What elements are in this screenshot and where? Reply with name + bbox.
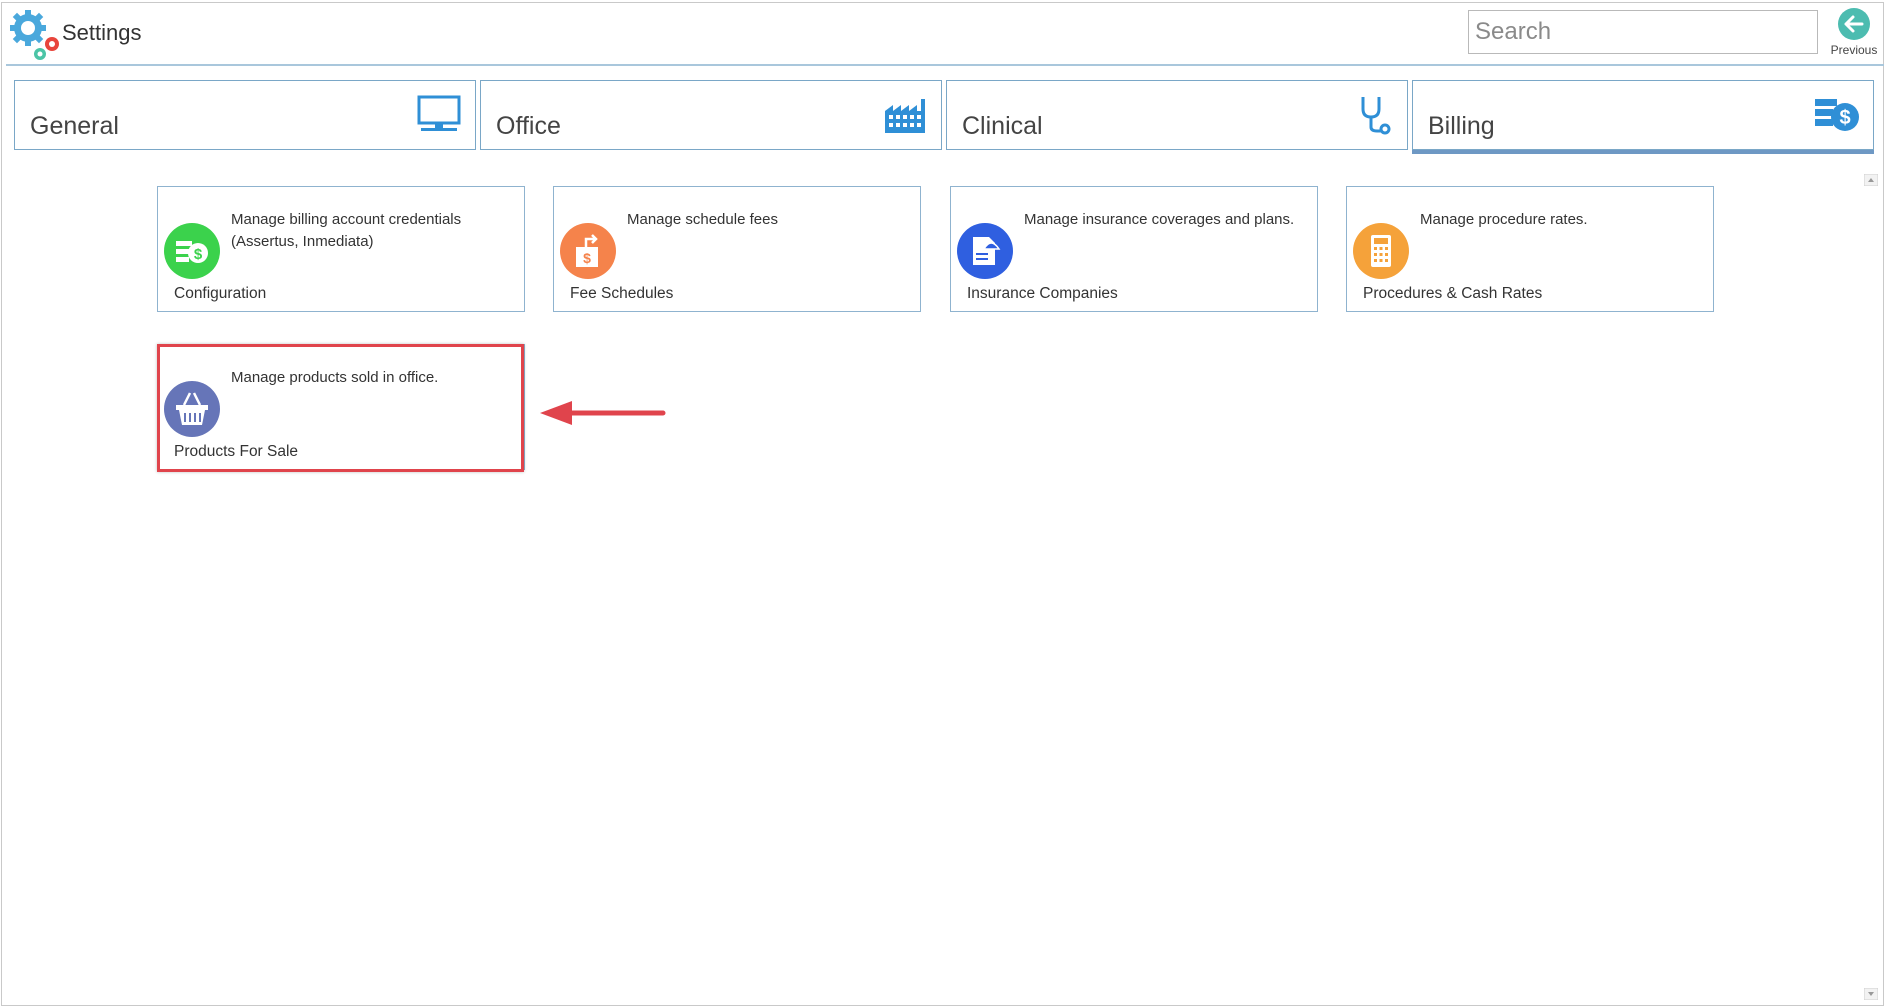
- tab-office[interactable]: Office: [480, 80, 942, 150]
- page-title: Settings: [62, 20, 142, 45]
- factory-icon: [885, 99, 925, 133]
- tab-billing[interactable]: Billing $: [1412, 80, 1874, 150]
- price-tag-icon: $: [560, 223, 616, 279]
- monitor-icon: [417, 95, 461, 131]
- card-description: Manage insurance coverages and plans.: [1024, 211, 1295, 228]
- settings-gears-icon: [10, 10, 59, 60]
- svg-text:$: $: [583, 250, 591, 266]
- card-title: Fee Schedules: [570, 285, 674, 302]
- scroll-down-icon[interactable]: [1864, 988, 1878, 1000]
- previous-label: Previous: [1830, 43, 1878, 57]
- card-configuration[interactable]: $ Manage billing account credentials (As…: [157, 186, 525, 312]
- calculator-icon: [1353, 223, 1409, 279]
- card-fee-schedules[interactable]: $ Manage schedule fees Fee Schedules: [553, 186, 921, 312]
- search-input[interactable]: [1468, 10, 1818, 54]
- tab-label: Billing: [1428, 112, 1495, 140]
- annotation-arrow-icon: [540, 401, 666, 425]
- card-description: Manage billing account credentials (Asse…: [231, 211, 462, 250]
- svg-text:$: $: [1839, 107, 1850, 129]
- card-title: Procedures & Cash Rates: [1363, 285, 1543, 302]
- tab-general[interactable]: General: [14, 80, 476, 150]
- tab-label: General: [30, 112, 119, 140]
- money-stack-icon: $: [164, 223, 220, 279]
- tab-label: Office: [496, 112, 561, 140]
- card-title: Insurance Companies: [967, 285, 1118, 302]
- card-description: Manage schedule fees: [627, 211, 778, 228]
- card-title: Configuration: [174, 285, 267, 302]
- svg-text:$: $: [194, 246, 203, 263]
- card-description: Manage procedure rates.: [1420, 211, 1588, 228]
- tab-label: Clinical: [962, 112, 1043, 140]
- highlight-box: [157, 344, 524, 472]
- card-procedures-cash-rates[interactable]: Manage procedure rates. Procedures & Cas…: [1346, 186, 1714, 312]
- previous-button[interactable]: Previous: [1826, 6, 1882, 62]
- tab-clinical[interactable]: Clinical: [946, 80, 1408, 150]
- active-tab-indicator: [1412, 150, 1874, 154]
- billing-dollar-icon: $: [1815, 99, 1859, 131]
- insurance-document-icon: [957, 223, 1013, 279]
- back-arrow-icon: [1838, 8, 1870, 40]
- card-insurance-companies[interactable]: Manage insurance coverages and plans. In…: [950, 186, 1318, 312]
- stethoscope-icon: [1361, 97, 1391, 135]
- header-divider: [6, 64, 1884, 66]
- scroll-up-icon[interactable]: [1864, 174, 1878, 186]
